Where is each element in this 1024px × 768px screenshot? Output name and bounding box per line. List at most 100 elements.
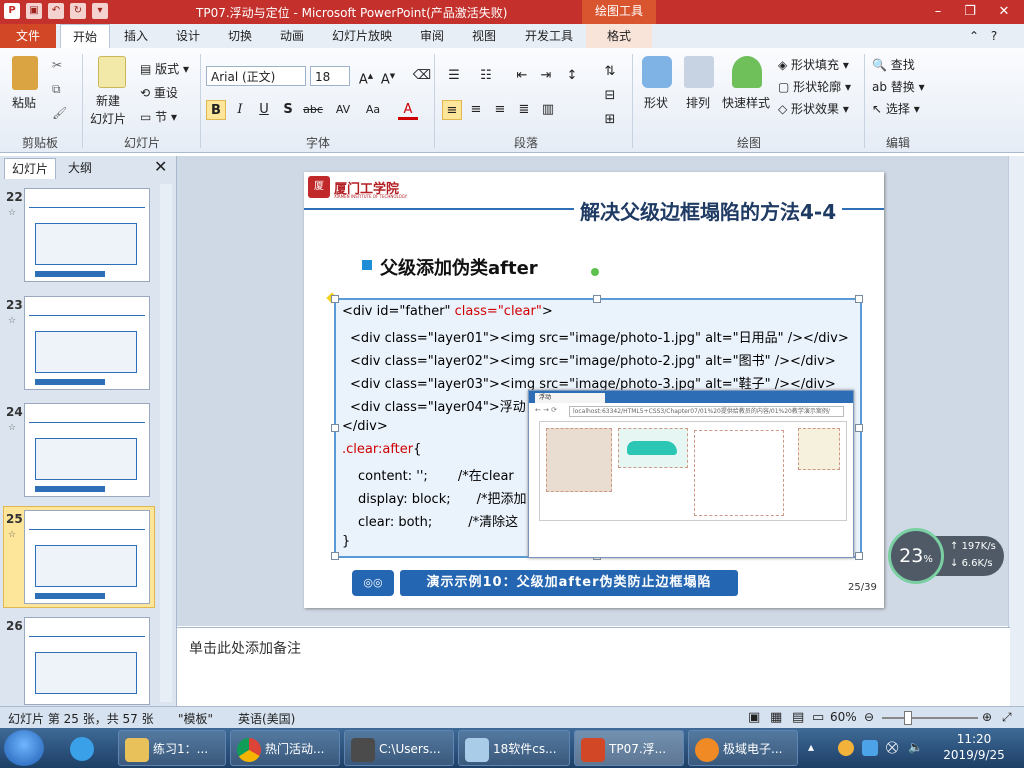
taskbar-item-classroom[interactable]: 极域电子...: [688, 730, 798, 766]
align-left-icon[interactable]: ≡: [442, 100, 462, 120]
align-text-icon[interactable]: ⊟: [600, 86, 620, 106]
numbering-icon[interactable]: ☷: [476, 66, 496, 86]
select-button[interactable]: ↖ 选择 ▾: [872, 100, 920, 117]
network-tray-icon[interactable]: ⛒: [886, 740, 898, 755]
reset-button[interactable]: ⟲ 重设: [140, 84, 178, 101]
underline-button[interactable]: U: [254, 100, 274, 120]
save-icon[interactable]: ▣: [26, 3, 42, 19]
bold-button[interactable]: B: [206, 100, 226, 120]
current-slide[interactable]: 厦 厦门工学院 XIAMEN INSTITUTE OF TECHNOLOGY 解…: [304, 172, 884, 608]
zoom-slider[interactable]: [882, 717, 978, 719]
tab-view[interactable]: 视图: [464, 24, 504, 48]
tray-expand-icon[interactable]: ▴: [808, 740, 814, 754]
increase-indent-icon[interactable]: ⇥: [536, 66, 556, 86]
resize-handle[interactable]: [331, 295, 339, 303]
tab-format[interactable]: 格式: [586, 24, 652, 48]
slide-thumbnail-24[interactable]: [24, 403, 150, 497]
align-right-icon[interactable]: ≡: [490, 100, 510, 120]
clear-format-icon[interactable]: ⌫: [412, 66, 432, 86]
zoom-level[interactable]: 60%: [830, 710, 857, 724]
taskbar-item-powerpoint[interactable]: TP07.浮...: [574, 730, 684, 766]
font-color-button[interactable]: A: [398, 100, 418, 120]
fit-slide-icon[interactable]: ⤢: [1002, 710, 1012, 725]
change-case-button[interactable]: Aa: [360, 100, 386, 120]
layout-button[interactable]: ▤ 版式 ▾: [140, 60, 189, 77]
grow-font-icon[interactable]: A▲: [356, 66, 376, 87]
quick-styles-button[interactable]: 快速样式: [722, 94, 770, 111]
resize-handle[interactable]: [855, 424, 863, 432]
slide-thumbnail-26[interactable]: [24, 617, 150, 705]
align-center-icon[interactable]: ≡: [466, 100, 486, 120]
text-direction-icon[interactable]: ⇅: [600, 62, 620, 82]
undo-icon[interactable]: ↶: [48, 3, 64, 19]
browser-screenshot-image[interactable]: 浮动 ← → ⟳ localhost:63342/HTML5+CSS3/Chap…: [528, 390, 854, 558]
shadow-button[interactable]: S: [278, 100, 298, 120]
slide-thumbnail-23[interactable]: [24, 296, 150, 390]
close-icon[interactable]: ✕: [990, 2, 1018, 22]
notes-placeholder[interactable]: 单击此处添加备注: [189, 638, 301, 658]
format-painter-icon[interactable]: 🖌: [52, 106, 67, 120]
network-monitor-widget[interactable]: ↑ 197K/s ↓ 6.6K/s 23%: [888, 528, 1008, 584]
powerpoint-logo-icon[interactable]: P: [4, 3, 20, 19]
tab-insert[interactable]: 插入: [116, 24, 156, 48]
maximize-icon[interactable]: ❐: [956, 2, 984, 22]
shapes-icon[interactable]: [642, 56, 672, 88]
tab-home[interactable]: 开始: [60, 24, 110, 50]
shape-fill-button[interactable]: ◈ 形状填充 ▾: [778, 56, 849, 73]
paste-icon[interactable]: [12, 56, 38, 90]
reading-view-icon[interactable]: ▤: [792, 710, 804, 725]
section-button[interactable]: ▭ 节 ▾: [140, 108, 177, 125]
zoom-slider-thumb[interactable]: [904, 711, 912, 725]
resize-handle[interactable]: [593, 295, 601, 303]
taskbar-item-file[interactable]: 18软件cs...: [458, 730, 570, 766]
language-status[interactable]: 英语(美国): [238, 710, 295, 727]
tab-animations[interactable]: 动画: [272, 24, 312, 48]
start-button-icon[interactable]: [4, 730, 44, 766]
italic-button[interactable]: I: [230, 100, 250, 120]
slideshow-view-icon[interactable]: ▭: [812, 710, 824, 725]
font-size-select[interactable]: 18: [310, 66, 350, 86]
slide-title[interactable]: 解决父级边框塌陷的方法4-4: [574, 196, 843, 225]
replace-button[interactable]: ab 替换 ▾: [872, 78, 925, 95]
zoom-out-icon[interactable]: ⊖: [864, 710, 874, 724]
bullet-text[interactable]: 父级添加伪类after: [380, 254, 538, 280]
strikethrough-button[interactable]: abc: [300, 100, 326, 120]
customize-qat-icon[interactable]: ▾: [92, 3, 108, 19]
tray-shield-icon[interactable]: [862, 740, 878, 756]
new-slide-icon[interactable]: [98, 56, 126, 88]
help-icon[interactable]: ?: [986, 24, 1002, 48]
find-button[interactable]: 🔍 查找: [872, 56, 915, 73]
close-panel-icon[interactable]: ✕: [154, 157, 167, 176]
quick-styles-icon[interactable]: [732, 56, 762, 88]
system-clock[interactable]: 11:20 2019/9/25: [938, 731, 1010, 763]
smartart-icon[interactable]: ⊞: [600, 110, 620, 130]
minimize-icon[interactable]: –: [924, 2, 952, 22]
normal-view-icon[interactable]: ▣: [748, 710, 760, 725]
tab-developer[interactable]: 开发工具: [518, 24, 580, 48]
slide-area-scrollbar[interactable]: [1008, 156, 1024, 706]
new-slide-dropdown[interactable]: 幻灯片: [90, 110, 126, 127]
shapes-button[interactable]: 形状: [644, 94, 668, 111]
demo-banner[interactable]: 演示示例10：父级加after伪类防止边框塌陷: [400, 570, 738, 596]
arrange-icon[interactable]: [684, 56, 714, 88]
copy-icon[interactable]: ⧉: [52, 82, 61, 97]
notes-pane[interactable]: 单击此处添加备注: [177, 627, 1010, 707]
decrease-indent-icon[interactable]: ⇤: [512, 66, 532, 86]
slide-thumbnail-22[interactable]: [24, 188, 150, 282]
justify-icon[interactable]: ≣: [514, 100, 534, 120]
ie-icon[interactable]: [64, 730, 114, 766]
taskbar-item-editor[interactable]: C:\Users...: [344, 730, 454, 766]
slide-sorter-icon[interactable]: ▦: [770, 710, 782, 725]
zoom-in-icon[interactable]: ⊕: [982, 710, 992, 724]
shape-effects-button[interactable]: ◇ 形状效果 ▾: [778, 100, 849, 117]
tab-transitions[interactable]: 切换: [220, 24, 260, 48]
slides-panel-scrollbar[interactable]: [160, 184, 172, 702]
columns-icon[interactable]: ▥: [538, 100, 558, 120]
panel-tab-outline[interactable]: 大纲: [68, 158, 92, 178]
paste-button[interactable]: 粘贴: [12, 94, 36, 111]
resize-handle[interactable]: [331, 552, 339, 560]
panel-tab-slides[interactable]: 幻灯片: [4, 158, 56, 179]
resize-handle[interactable]: [331, 424, 339, 432]
cut-icon[interactable]: ✂: [52, 58, 62, 72]
tab-design[interactable]: 设计: [168, 24, 208, 48]
